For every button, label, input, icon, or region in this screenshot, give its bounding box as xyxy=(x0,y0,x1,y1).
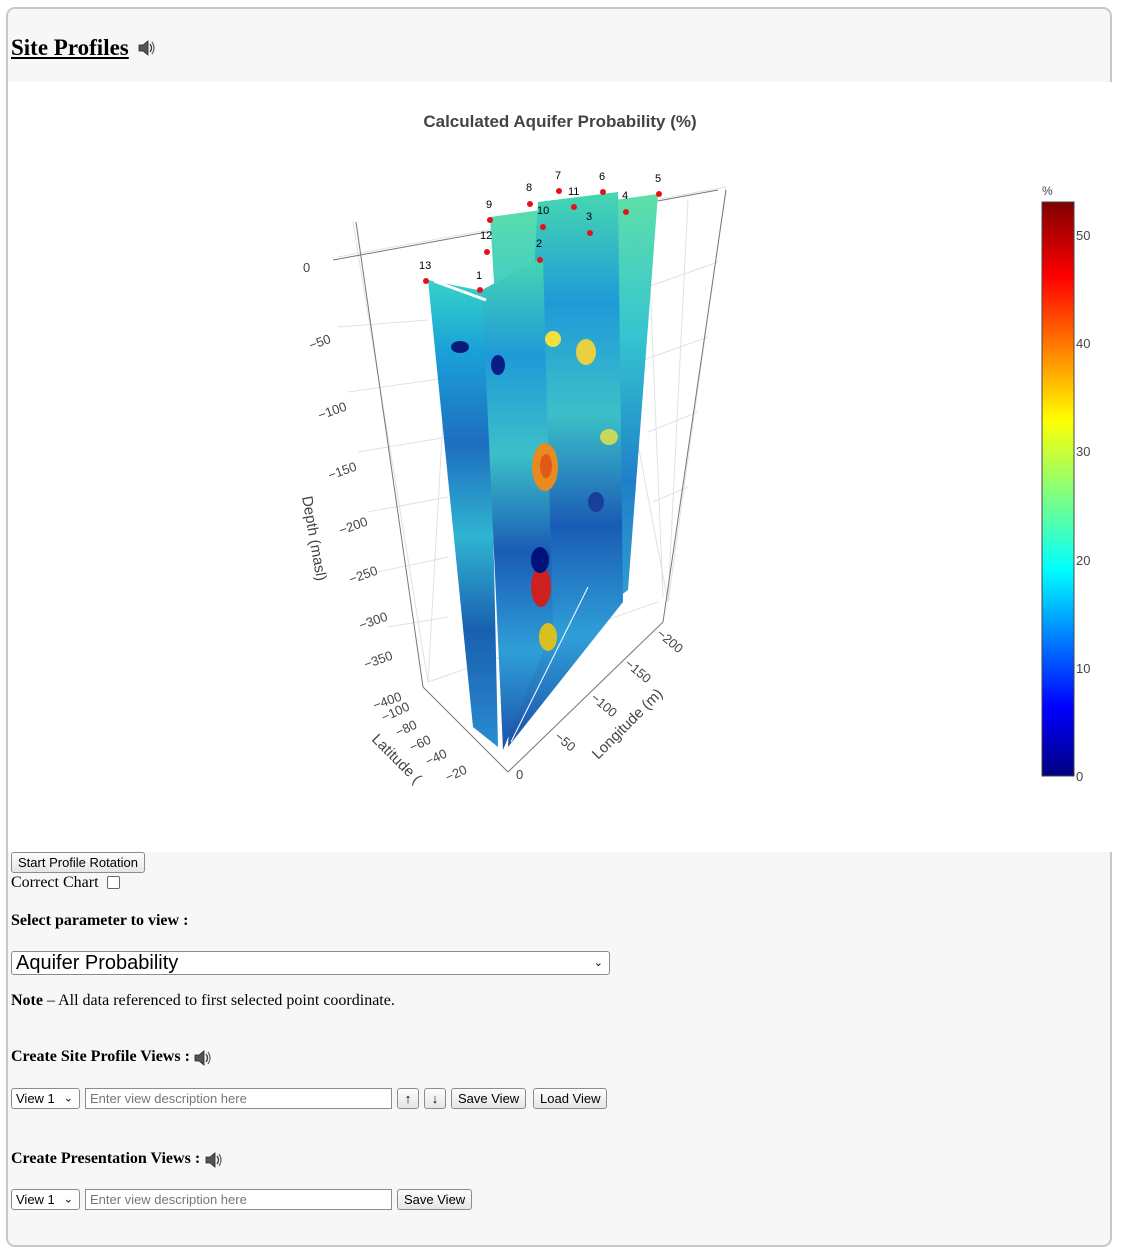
site-point-2 xyxy=(537,257,543,263)
correct-chart-checkbox[interactable] xyxy=(107,876,120,889)
depth-tick-1: −50 xyxy=(307,331,333,353)
colorbar-title: % xyxy=(1042,184,1053,198)
site-point-8 xyxy=(527,201,533,207)
chevron-down-icon: ⌄ xyxy=(593,957,603,969)
load-view-button[interactable]: Load View xyxy=(533,1088,608,1109)
site-point-label-11: 11 xyxy=(568,186,579,198)
latitude-tick-4: −20 xyxy=(443,762,469,785)
3d-scene: 1 2 3 4 5 6 7 8 9 10 11 12 13 0 −50 −100… xyxy=(298,170,727,787)
site-point-1 xyxy=(477,287,483,293)
move-up-button[interactable]: ↑ xyxy=(397,1088,419,1109)
colorbar-tick-50: 50 xyxy=(1076,228,1090,243)
depth-tick-5: −250 xyxy=(347,563,380,587)
site-point-6 xyxy=(600,189,606,195)
correct-chart-label: Correct Chart xyxy=(11,874,99,891)
save-view-button[interactable]: Save View xyxy=(451,1088,527,1109)
depth-tick-4: −200 xyxy=(337,514,370,538)
depth-tick-3: −150 xyxy=(326,459,359,483)
site-point-label-4: 4 xyxy=(622,190,628,202)
site-point-label-10: 10 xyxy=(537,205,549,217)
chevron-down-icon: ⌄ xyxy=(63,1092,73,1104)
depth-axis-label: Depth (masl) xyxy=(298,495,330,583)
depth-axis-ticks: 0 −50 −100 −150 −200 −250 −300 −350 −400 xyxy=(303,260,404,713)
move-down-button[interactable]: ↓ xyxy=(424,1088,446,1109)
colorbar-tick-0: 0 xyxy=(1076,769,1083,784)
note-text: Note – All data referenced to first sele… xyxy=(11,992,395,1010)
depth-tick-0: 0 xyxy=(303,260,310,275)
site-point-label-3: 3 xyxy=(586,211,592,223)
longitude-tick-2: −100 xyxy=(588,690,620,720)
depth-tick-6: −300 xyxy=(357,609,390,633)
longitude-tick-1: −50 xyxy=(552,729,579,755)
colorbar-tick-10: 10 xyxy=(1076,661,1090,676)
longitude-tick-0: 0 xyxy=(516,767,523,782)
presentation-view-select[interactable]: View 1 ⌄ xyxy=(11,1189,80,1210)
select-parameter-heading: Select parameter to view : xyxy=(11,912,189,929)
site-point-12 xyxy=(484,249,490,255)
site-point-label-9: 9 xyxy=(486,199,492,211)
site-point-label-5: 5 xyxy=(655,173,661,185)
save-presentation-view-button[interactable]: Save View xyxy=(397,1189,473,1210)
site-views-heading: Create Site Profile Views : xyxy=(11,1048,190,1065)
site-point-4 xyxy=(623,209,629,215)
site-point-9 xyxy=(487,217,493,223)
latitude-tick-3: −40 xyxy=(423,746,449,769)
presentation-view-description-input[interactable]: Enter view description here xyxy=(85,1189,392,1210)
colorbar: % 0 10 20 30 40 50 xyxy=(1041,184,1090,784)
site-point-label-13: 13 xyxy=(419,260,431,272)
site-point-label-6: 6 xyxy=(599,171,605,183)
colorbar-gradient xyxy=(1041,201,1075,777)
site-point-7 xyxy=(556,188,562,194)
site-point-label-12: 12 xyxy=(480,230,492,242)
site-point-label-7: 7 xyxy=(555,170,561,182)
parameter-select[interactable]: Aquifer Probability ⌄ xyxy=(11,951,610,975)
parameter-select-value: Aquifer Probability xyxy=(16,952,179,974)
speaker-icon[interactable] xyxy=(137,39,157,62)
depth-tick-2: −100 xyxy=(316,399,349,423)
site-point-3 xyxy=(587,230,593,236)
site-view-select[interactable]: View 1 ⌄ xyxy=(11,1088,80,1109)
site-view-select-value: View 1 xyxy=(16,1091,55,1106)
presentation-views-heading: Create Presentation Views : xyxy=(11,1150,201,1167)
longitude-tick-4: −200 xyxy=(654,626,686,656)
note-body: – All data referenced to first selected … xyxy=(42,992,395,1009)
site-point-label-1: 1 xyxy=(476,270,482,282)
colorbar-tick-30: 30 xyxy=(1076,444,1090,459)
site-point-11 xyxy=(571,204,577,210)
site-point-5 xyxy=(656,191,662,197)
depth-tick-7: −350 xyxy=(362,648,395,672)
presentation-view-select-value: View 1 xyxy=(16,1192,55,1207)
note-label: Note xyxy=(11,992,43,1009)
colorbar-tick-20: 20 xyxy=(1076,553,1090,568)
colorbar-tick-40: 40 xyxy=(1076,336,1090,351)
chevron-down-icon: ⌄ xyxy=(63,1193,73,1205)
longitude-tick-3: −150 xyxy=(622,656,654,686)
page-title: Site Profiles xyxy=(11,35,129,60)
aquifer-probability-chart[interactable]: Calculated Aquifer Probability (%) 1 2 3… xyxy=(8,82,1112,852)
site-view-description-input[interactable]: Enter view description here xyxy=(85,1088,392,1109)
start-rotation-button[interactable]: Start Profile Rotation xyxy=(11,852,145,873)
site-point-label-2: 2 xyxy=(536,238,542,250)
chart-title: Calculated Aquifer Probability (%) xyxy=(423,112,696,131)
speaker-icon[interactable] xyxy=(193,1049,213,1072)
speaker-icon[interactable] xyxy=(204,1151,224,1174)
site-point-13 xyxy=(423,278,429,284)
site-point-label-8: 8 xyxy=(526,182,532,194)
site-point-10 xyxy=(540,224,546,230)
